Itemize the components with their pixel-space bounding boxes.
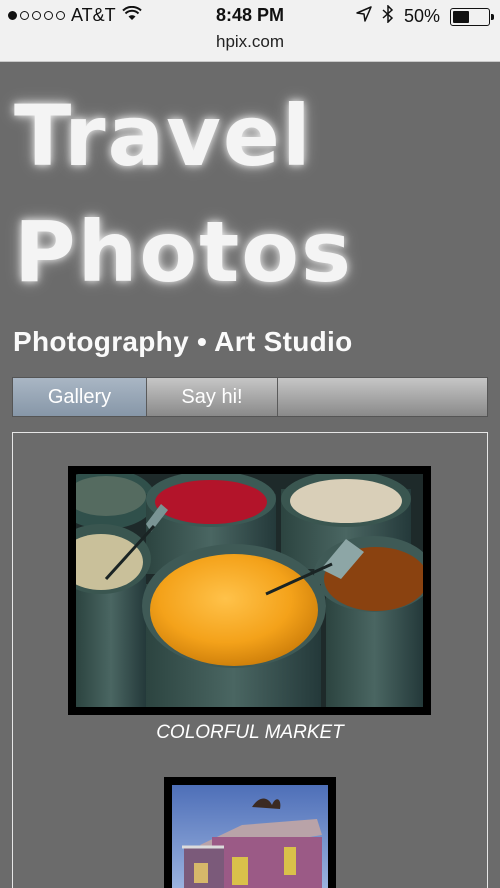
url-bar[interactable]: hpix.com xyxy=(0,32,500,52)
status-bar: AT&T 8:48 PM 50% hpix.com xyxy=(0,0,500,62)
gallery-photo-house[interactable] xyxy=(164,777,336,888)
nav-bar: Gallery Say hi! xyxy=(12,377,488,417)
tab-blank[interactable] xyxy=(278,378,487,416)
tab-say-hi[interactable]: Say hi! xyxy=(147,378,278,416)
site-subtitle: Photography • Art Studio xyxy=(13,326,353,357)
photo-caption: COLORFUL MARKET xyxy=(156,722,344,743)
location-arrow-icon xyxy=(356,6,372,27)
site-title: Travel Photos xyxy=(14,78,484,310)
bluetooth-icon xyxy=(382,4,394,28)
battery-icon xyxy=(450,7,494,26)
photo-image xyxy=(172,785,328,888)
site-title-line1: Travel xyxy=(14,87,313,185)
site-title-line2: Photos xyxy=(14,203,353,301)
gallery-photo-colorful-market[interactable] xyxy=(68,466,431,715)
battery-percent: 50% xyxy=(403,6,440,26)
photo-image xyxy=(76,474,423,707)
tab-gallery[interactable]: Gallery xyxy=(13,378,147,416)
